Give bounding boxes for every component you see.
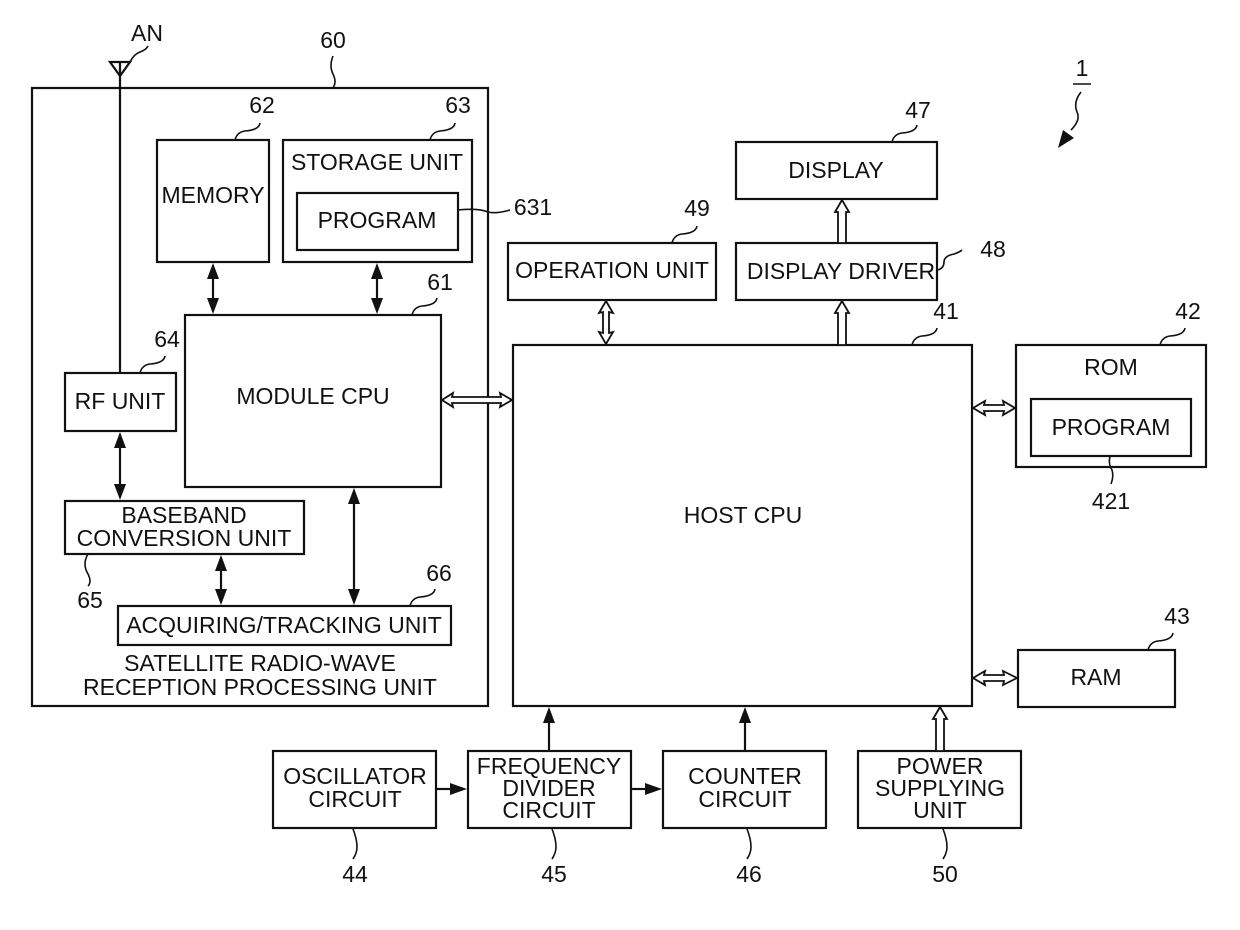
leader-42 (1159, 327, 1186, 346)
satellite-unit-label-1: SATELLITE RADIO-WAVE (124, 650, 396, 676)
oscillator-label-2: CIRCUIT (308, 786, 401, 812)
storage-program-label: PROGRAM (318, 207, 437, 233)
counter-host-arrow (739, 707, 751, 751)
oscillator-divider-arrow (437, 783, 467, 795)
leader-an (129, 45, 149, 63)
ref-65: 65 (77, 587, 103, 613)
host-ram-arrow (971, 669, 1020, 687)
leader-45 (551, 828, 557, 860)
leader-60 (330, 55, 336, 89)
divider-host-arrow (543, 707, 555, 751)
ram-label: RAM (1070, 664, 1121, 690)
ref-42: 42 (1175, 298, 1201, 324)
driver-display-arrow (833, 198, 851, 244)
ref-48: 48 (980, 236, 1006, 262)
display-driver-label: DISPLAY DRIVER (747, 258, 935, 284)
ref-66: 66 (426, 560, 452, 586)
operation-unit-label: OPERATION UNIT (515, 257, 709, 283)
ref-631: 631 (514, 194, 552, 220)
baseband-label-2: CONVERSION UNIT (77, 525, 292, 551)
counter-label-2: CIRCUIT (698, 786, 791, 812)
rf-unit-label: RF UNIT (75, 388, 166, 414)
leader-48 (937, 249, 963, 271)
freq-divider-label-3: CIRCUIT (502, 797, 595, 823)
host-driver-arrow (833, 299, 851, 346)
figure-ref-1: 1 (1076, 55, 1089, 81)
acquiring-tracking-label: ACQUIRING/TRACKING UNIT (126, 612, 442, 638)
rom-label: ROM (1084, 354, 1138, 380)
ref-50: 50 (932, 861, 958, 887)
display-label: DISPLAY (788, 157, 883, 183)
ref-60: 60 (320, 27, 346, 53)
antenna-label: AN (131, 20, 163, 46)
host-rom-arrow (971, 399, 1017, 417)
leader-44 (352, 828, 358, 860)
divider-counter-arrow (632, 783, 662, 795)
module-cpu-label: MODULE CPU (236, 383, 389, 409)
ref-47: 47 (905, 97, 931, 123)
ref-45: 45 (541, 861, 567, 887)
power-label-3: UNIT (913, 797, 967, 823)
ref-62: 62 (249, 92, 275, 118)
leader-50 (942, 828, 948, 860)
ref-41: 41 (933, 298, 959, 324)
ref-46: 46 (736, 861, 762, 887)
storage-unit-label: STORAGE UNIT (291, 149, 463, 175)
leader-47 (891, 124, 918, 143)
memory-label: MEMORY (161, 182, 264, 208)
ref-421: 421 (1092, 488, 1130, 514)
ref-49: 49 (684, 195, 710, 221)
rom-program-label: PROGRAM (1052, 414, 1171, 440)
leader-43 (1147, 632, 1174, 651)
ref-64: 64 (154, 326, 180, 352)
block-diagram: 60 SATELLITE RADIO-WAVE RECEPTION PROCES… (30, 20, 1208, 887)
ref-61: 61 (427, 269, 453, 295)
satellite-unit-label-2: RECEPTION PROCESSING UNIT (83, 674, 437, 700)
leader-41 (911, 327, 938, 346)
power-host-arrow (931, 705, 949, 752)
host-cpu-label: HOST CPU (684, 502, 802, 528)
ref-44: 44 (342, 861, 368, 887)
leader-46 (746, 828, 752, 860)
leader-49 (671, 225, 698, 244)
operation-host-arrow (597, 299, 615, 346)
ref-43: 43 (1164, 603, 1190, 629)
figure-ref-arrow-icon (1058, 91, 1082, 148)
ref-63: 63 (445, 92, 471, 118)
